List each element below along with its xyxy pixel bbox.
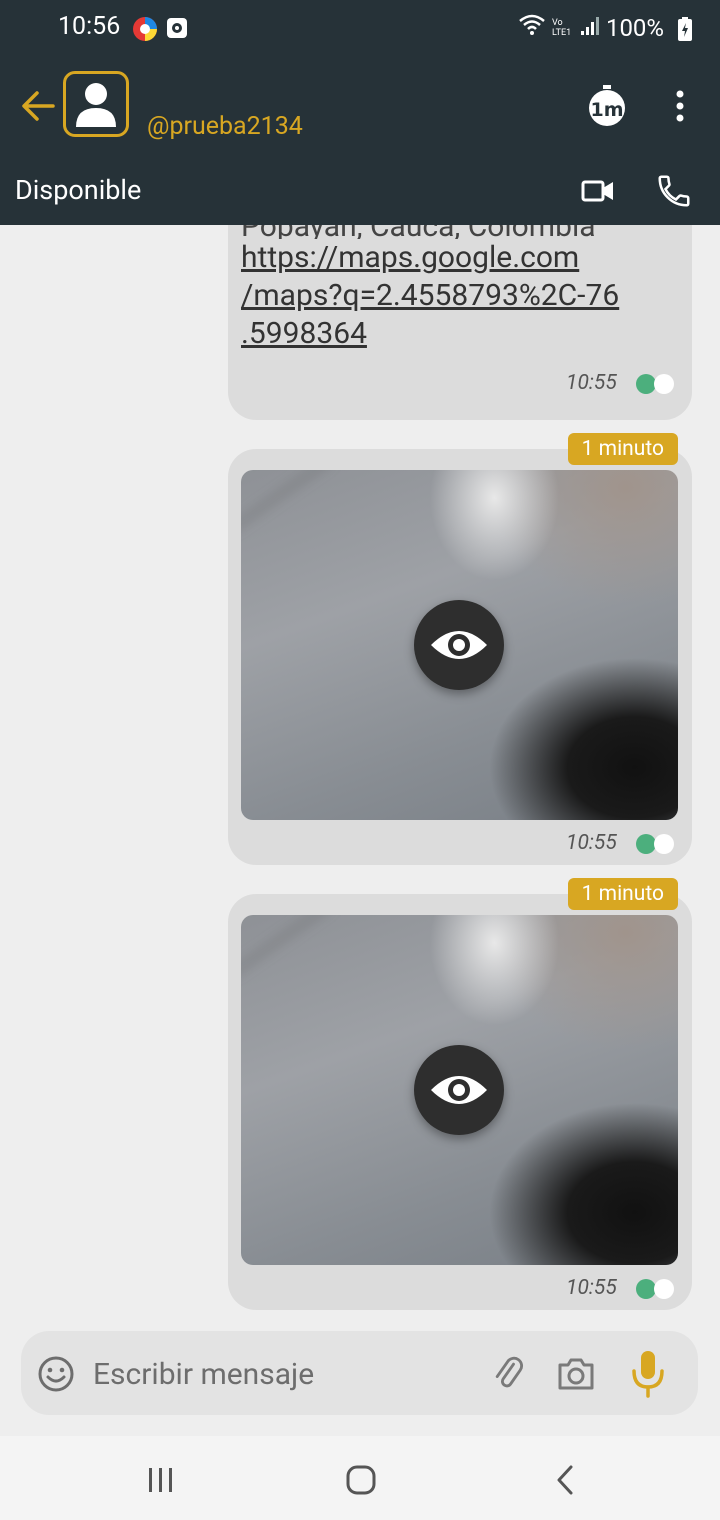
person-icon [76,83,116,127]
notification-icon [166,17,188,43]
status-indicators: Vo LTE1 100% [518,14,664,42]
maps-link-line[interactable]: https://maps.google.com [241,239,681,277]
delivery-status-icon [636,1279,676,1299]
status-bar: 10:56 Vo LTE1 100% [0,0,720,58]
message-time: 10:55 [566,371,617,395]
attachment-icon[interactable] [489,1355,527,1397]
signal-icon [580,14,600,42]
camera-icon[interactable] [557,1357,595,1395]
status-time: 10:56 [58,12,121,41]
message-bubble-image[interactable]: 1 minuto 10:55 [228,433,692,865]
battery-percent: 100% [605,14,664,42]
timer-label: 1m [590,99,623,121]
message-time: 10:55 [566,1276,617,1300]
eye-icon [431,1076,487,1104]
back-arrow-icon[interactable] [20,88,56,124]
app-notification-icon [132,16,158,46]
message-time: 10:55 [566,831,617,855]
message-input[interactable] [91,1349,475,1399]
wifi-icon [518,14,546,42]
location-address: Popayán, Cauca, Colombia [241,225,681,239]
blurred-image[interactable] [241,915,678,1265]
more-options-icon[interactable] [668,86,692,130]
view-image-button[interactable] [414,1045,504,1135]
home-icon[interactable] [345,1464,377,1500]
microphone-icon[interactable] [631,1349,665,1403]
contact-status: Disponible [15,174,142,206]
delivery-status-icon [636,834,676,854]
emoji-icon[interactable] [37,1355,75,1397]
lte-indicator: Vo LTE1 [551,18,572,38]
eye-icon [431,631,487,659]
blurred-image[interactable] [241,470,678,820]
self-destruct-badge: 1 minuto [567,878,678,910]
message-text: Popayán, Cauca, Colombia https://maps.go… [241,225,681,353]
delivery-status-icon [636,374,676,394]
message-composer [21,1331,698,1415]
back-icon[interactable] [553,1464,577,1500]
avatar[interactable] [63,71,129,137]
message-bubble-image[interactable]: 1 minuto 10:55 [228,878,692,1310]
chat-header: @prueba2134 1m Disponible [0,58,720,225]
view-image-button[interactable] [414,600,504,690]
message-list[interactable]: Popayán, Cauca, Colombia https://maps.go… [0,225,720,1330]
message-bubble-location[interactable]: Popayán, Cauca, Colombia https://maps.go… [228,225,692,420]
battery-icon [678,17,692,45]
video-call-icon[interactable] [580,176,616,210]
timer-icon[interactable]: 1m [585,84,629,132]
maps-link-line[interactable]: .5998364 [241,315,681,353]
self-destruct-badge: 1 minuto [567,433,678,465]
recent-apps-icon[interactable] [146,1466,176,1498]
maps-link-line[interactable]: /maps?q=2.4558793%2C-76 [241,277,681,315]
phone-call-icon[interactable] [655,172,693,214]
system-navigation-bar [0,1436,720,1520]
contact-name[interactable]: @prueba2134 [147,112,303,141]
